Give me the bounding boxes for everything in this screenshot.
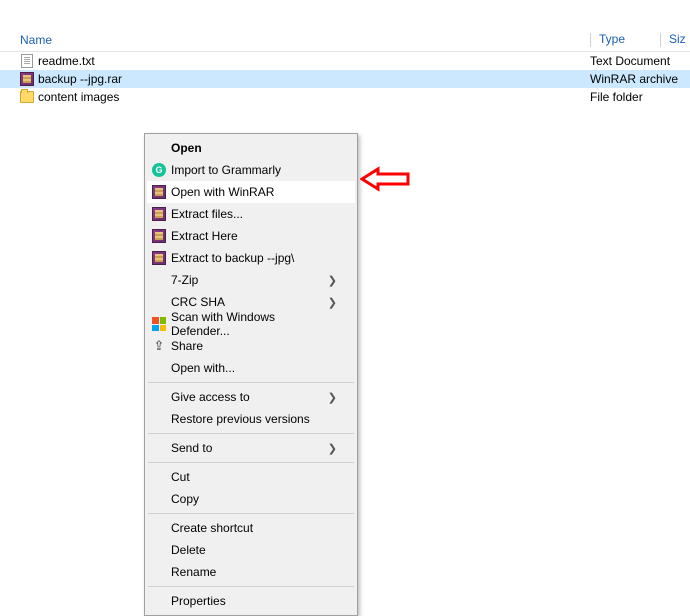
winrar-icon <box>152 251 166 265</box>
chevron-right-icon: ❯ <box>328 442 337 455</box>
file-name-label: readme.txt <box>38 54 95 68</box>
menu-separator <box>148 382 354 383</box>
file-name-cell: backup --jpg.rar <box>20 72 590 86</box>
menu-separator <box>148 586 354 587</box>
rar-icon-slot <box>147 207 171 221</box>
column-divider[interactable] <box>590 33 591 47</box>
menu-item[interactable]: Extract Here <box>147 225 355 247</box>
menu-item[interactable]: ⇪ Share <box>147 335 355 357</box>
menu-item[interactable]: Give access to❯ <box>147 386 355 408</box>
file-row[interactable]: backup --jpg.rar WinRAR archive <box>0 70 690 88</box>
chevron-right-icon: ❯ <box>328 296 337 309</box>
file-name-label: backup --jpg.rar <box>38 72 122 86</box>
menu-item-label: Extract files... <box>171 207 337 221</box>
column-divider[interactable] <box>660 33 661 47</box>
menu-item-label: 7-Zip <box>171 273 328 287</box>
menu-item-label: Give access to <box>171 390 328 404</box>
column-header-size[interactable]: Siz <box>660 32 690 47</box>
menu-item-label: Delete <box>171 543 337 557</box>
file-type-cell: Text Document <box>590 54 690 68</box>
menu-item-label: Cut <box>171 470 337 484</box>
menu-item-label: Send to <box>171 441 328 455</box>
menu-item[interactable]: Copy <box>147 488 355 510</box>
menu-item[interactable]: 7-Zip❯ <box>147 269 355 291</box>
menu-item-label: Create shortcut <box>171 521 337 535</box>
grammarly-icon: G <box>152 163 166 177</box>
winrar-icon <box>20 72 34 86</box>
chevron-right-icon: ❯ <box>328 274 337 287</box>
column-header-type[interactable]: Type <box>590 32 660 47</box>
menu-item-label: Extract Here <box>171 229 337 243</box>
menu-item[interactable]: Properties <box>147 590 355 612</box>
menu-item[interactable]: Create shortcut <box>147 517 355 539</box>
menu-item-label: Extract to backup --jpg\ <box>171 251 337 265</box>
file-list: readme.txt Text Document backup --jpg.rar W… <box>0 52 690 106</box>
share-icon-slot: ⇪ <box>147 339 171 353</box>
defender-icon-slot <box>147 317 171 331</box>
rar-icon-slot <box>147 251 171 265</box>
chevron-right-icon: ❯ <box>328 391 337 404</box>
menu-separator <box>148 513 354 514</box>
menu-item[interactable]: Delete <box>147 539 355 561</box>
menu-item-label: Properties <box>171 594 337 608</box>
text-file-icon <box>20 54 34 68</box>
menu-item-label: Import to Grammarly <box>171 163 337 177</box>
menu-item-label: Scan with Windows Defender... <box>171 310 337 338</box>
file-name-cell: content images <box>20 90 590 104</box>
menu-item[interactable]: Rename <box>147 561 355 583</box>
annotation-arrow <box>360 166 410 192</box>
file-type-cell: WinRAR archive <box>590 72 690 86</box>
menu-item-label: Open <box>171 141 337 155</box>
menu-item-label: Rename <box>171 565 337 579</box>
menu-item-label: Open with... <box>171 361 337 375</box>
menu-item[interactable]: Restore previous versions <box>147 408 355 430</box>
menu-item[interactable]: Open with WinRAR <box>147 181 355 203</box>
share-icon: ⇪ <box>152 339 166 353</box>
file-row[interactable]: content images File folder <box>0 88 690 106</box>
menu-item-label: Share <box>171 339 337 353</box>
menu-separator <box>148 433 354 434</box>
menu-item[interactable]: Extract to backup --jpg\ <box>147 247 355 269</box>
menu-item-label: Open with WinRAR <box>171 185 337 199</box>
menu-item-label: Restore previous versions <box>171 412 337 426</box>
windows-defender-icon <box>152 317 166 331</box>
winrar-icon <box>152 185 166 199</box>
rar-icon-slot <box>147 229 171 243</box>
file-name-cell: readme.txt <box>20 54 590 68</box>
context-menu: Open G Import to Grammarly Open with WinRAR… <box>144 133 358 616</box>
file-name-label: content images <box>38 90 119 104</box>
column-header-name[interactable]: Name <box>0 33 590 47</box>
menu-item-label: Copy <box>171 492 337 506</box>
winrar-icon <box>152 229 166 243</box>
menu-item[interactable]: G Import to Grammarly <box>147 159 355 181</box>
menu-item-label: CRC SHA <box>171 295 328 309</box>
winrar-icon <box>152 207 166 221</box>
menu-item[interactable]: Open with... <box>147 357 355 379</box>
file-type-cell: File folder <box>590 90 690 104</box>
rar-icon-slot <box>147 185 171 199</box>
column-header-row: Name Type Siz <box>0 28 690 52</box>
folder-icon <box>20 90 34 104</box>
menu-item[interactable]: Cut <box>147 466 355 488</box>
grammarly-icon-slot: G <box>147 163 171 177</box>
menu-separator <box>148 462 354 463</box>
menu-item[interactable]: Extract files... <box>147 203 355 225</box>
menu-item[interactable]: Open <box>147 137 355 159</box>
file-row[interactable]: readme.txt Text Document <box>0 52 690 70</box>
menu-item[interactable]: Scan with Windows Defender... <box>147 313 355 335</box>
menu-item[interactable]: Send to❯ <box>147 437 355 459</box>
